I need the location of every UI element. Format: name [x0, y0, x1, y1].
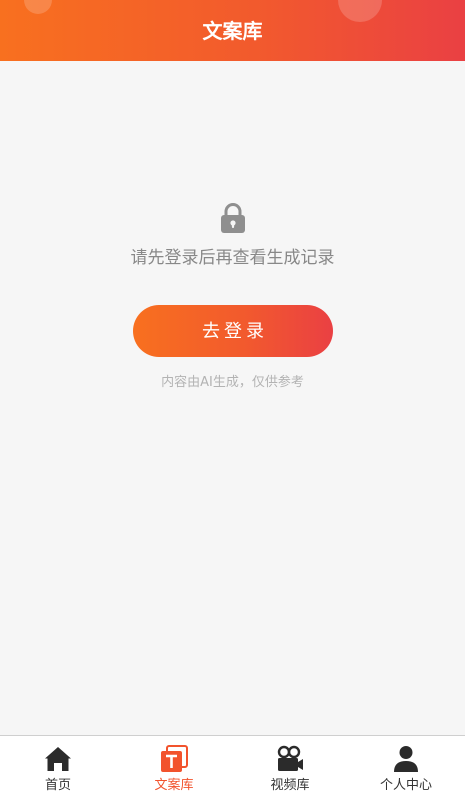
lock-icon — [221, 203, 245, 233]
tab-home[interactable]: 首页 — [0, 736, 116, 800]
tab-video-library[interactable]: 视频库 — [232, 736, 348, 800]
login-prompt-text: 请先登录后再查看生成记录 — [130, 248, 335, 268]
bottom-tab-bar: 首页 文案库 视频库 个人中心 — [0, 735, 465, 800]
page-title: 文案库 — [202, 19, 263, 43]
ai-disclaimer-text: 内容由AI生成，仅供参考 — [161, 375, 304, 390]
video-camera-icon — [277, 745, 303, 771]
user-icon — [394, 746, 418, 772]
page-header: 文案库 — [0, 0, 465, 61]
tab-label: 个人中心 — [379, 778, 432, 793]
tab-label: 视频库 — [270, 778, 310, 793]
home-icon — [45, 747, 71, 771]
tab-copy-library[interactable]: 文案库 — [116, 736, 232, 800]
tab-label: 文案库 — [154, 778, 194, 793]
go-login-button[interactable]: 去登录 — [133, 305, 333, 357]
copy-library-icon — [161, 745, 188, 772]
tab-label: 首页 — [44, 778, 71, 793]
tab-personal-center[interactable]: 个人中心 — [348, 736, 464, 800]
